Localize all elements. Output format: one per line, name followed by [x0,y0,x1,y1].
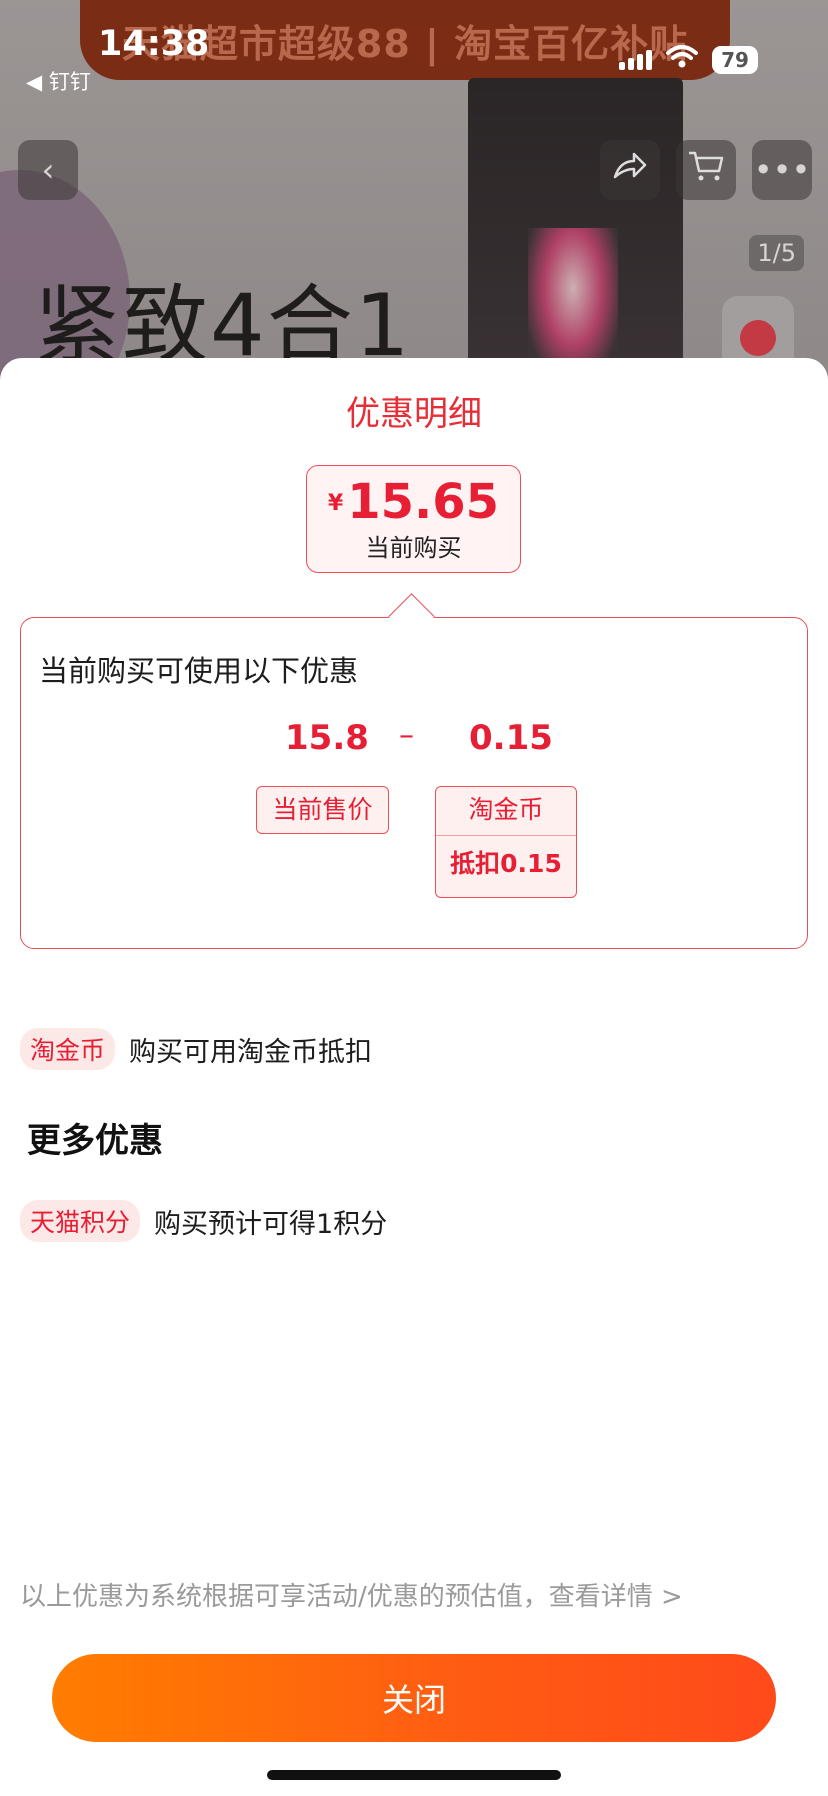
back-to-app-link[interactable]: ◀ 钉钉 [26,66,91,96]
status-icons: 79 [619,44,758,75]
coin-deduction-label: 淘金币 抵扣0.15 [435,786,577,898]
more-dots-icon: ••• [753,151,811,189]
cart-icon [687,149,725,191]
image-pager: 1/5 [749,235,804,271]
price-amount: 15.65 [347,474,500,530]
current-price-box: ¥15.65 当前购买 [306,465,521,573]
card-heading: 当前购买可使用以下优惠 [39,654,359,688]
minus-operator: – [399,718,414,753]
product-image [468,78,683,378]
coin-benefit-row: 淘金币 购买可用淘金币抵扣 [20,1028,372,1070]
sheet-title: 优惠明细 [346,394,482,434]
share-button[interactable] [600,140,660,200]
cellular-signal-icon [619,49,652,70]
chevron-left-icon: ‹ [41,151,55,189]
coin-label: 淘金币 [468,795,544,824]
current-price: ¥15.65 [307,474,520,530]
discount-calculation-card: 当前购买可使用以下优惠 15.8 – 0.15 当前售价 淘金币 抵扣0.15 [20,593,808,949]
discount-detail-sheet: 优惠明细 ¥15.65 当前购买 当前购买可使用以下优惠 15.8 – 0.15… [0,358,828,1796]
back-button[interactable]: ‹ [18,140,78,200]
currency-symbol: ¥ [327,491,344,516]
deduction-value: 0.15 [469,718,553,758]
points-tag: 天猫积分 [20,1200,141,1242]
coin-deduction-amount: 抵扣0.15 [436,835,576,892]
details-link[interactable]: 以上优惠为系统根据可享活动/优惠的预估值，查看详情 > [20,1576,683,1613]
base-price-value: 15.8 [285,718,369,758]
home-indicator [267,1770,561,1780]
chart-badge-icon [740,320,776,356]
status-time: 14:38 [98,24,210,64]
points-benefit-row: 天猫积分 购买预计可得1积分 [20,1200,387,1242]
more-button[interactable]: ••• [752,140,812,200]
battery-indicator: 79 [712,45,758,74]
share-icon [612,151,648,189]
card-pointer [388,593,435,640]
product-page-background: 天猫超市超级88 | 淘宝百亿补贴 紧致4合1 14:38 ◀ 钉钉 79 ‹ [0,0,828,380]
wifi-icon [666,44,698,75]
hourglass-graphic [528,228,618,378]
coin-benefit-text: 购买可用淘金币抵扣 [129,1036,373,1068]
cart-button[interactable] [676,140,736,200]
close-button[interactable]: 关闭 [52,1654,776,1742]
coin-tag: 淘金币 [20,1028,116,1070]
base-price-label: 当前售价 [256,786,389,834]
points-benefit-text: 购买预计可得1积分 [154,1208,388,1240]
more-discounts-title: 更多优惠 [27,1121,163,1161]
price-caption: 当前购买 [365,534,462,562]
